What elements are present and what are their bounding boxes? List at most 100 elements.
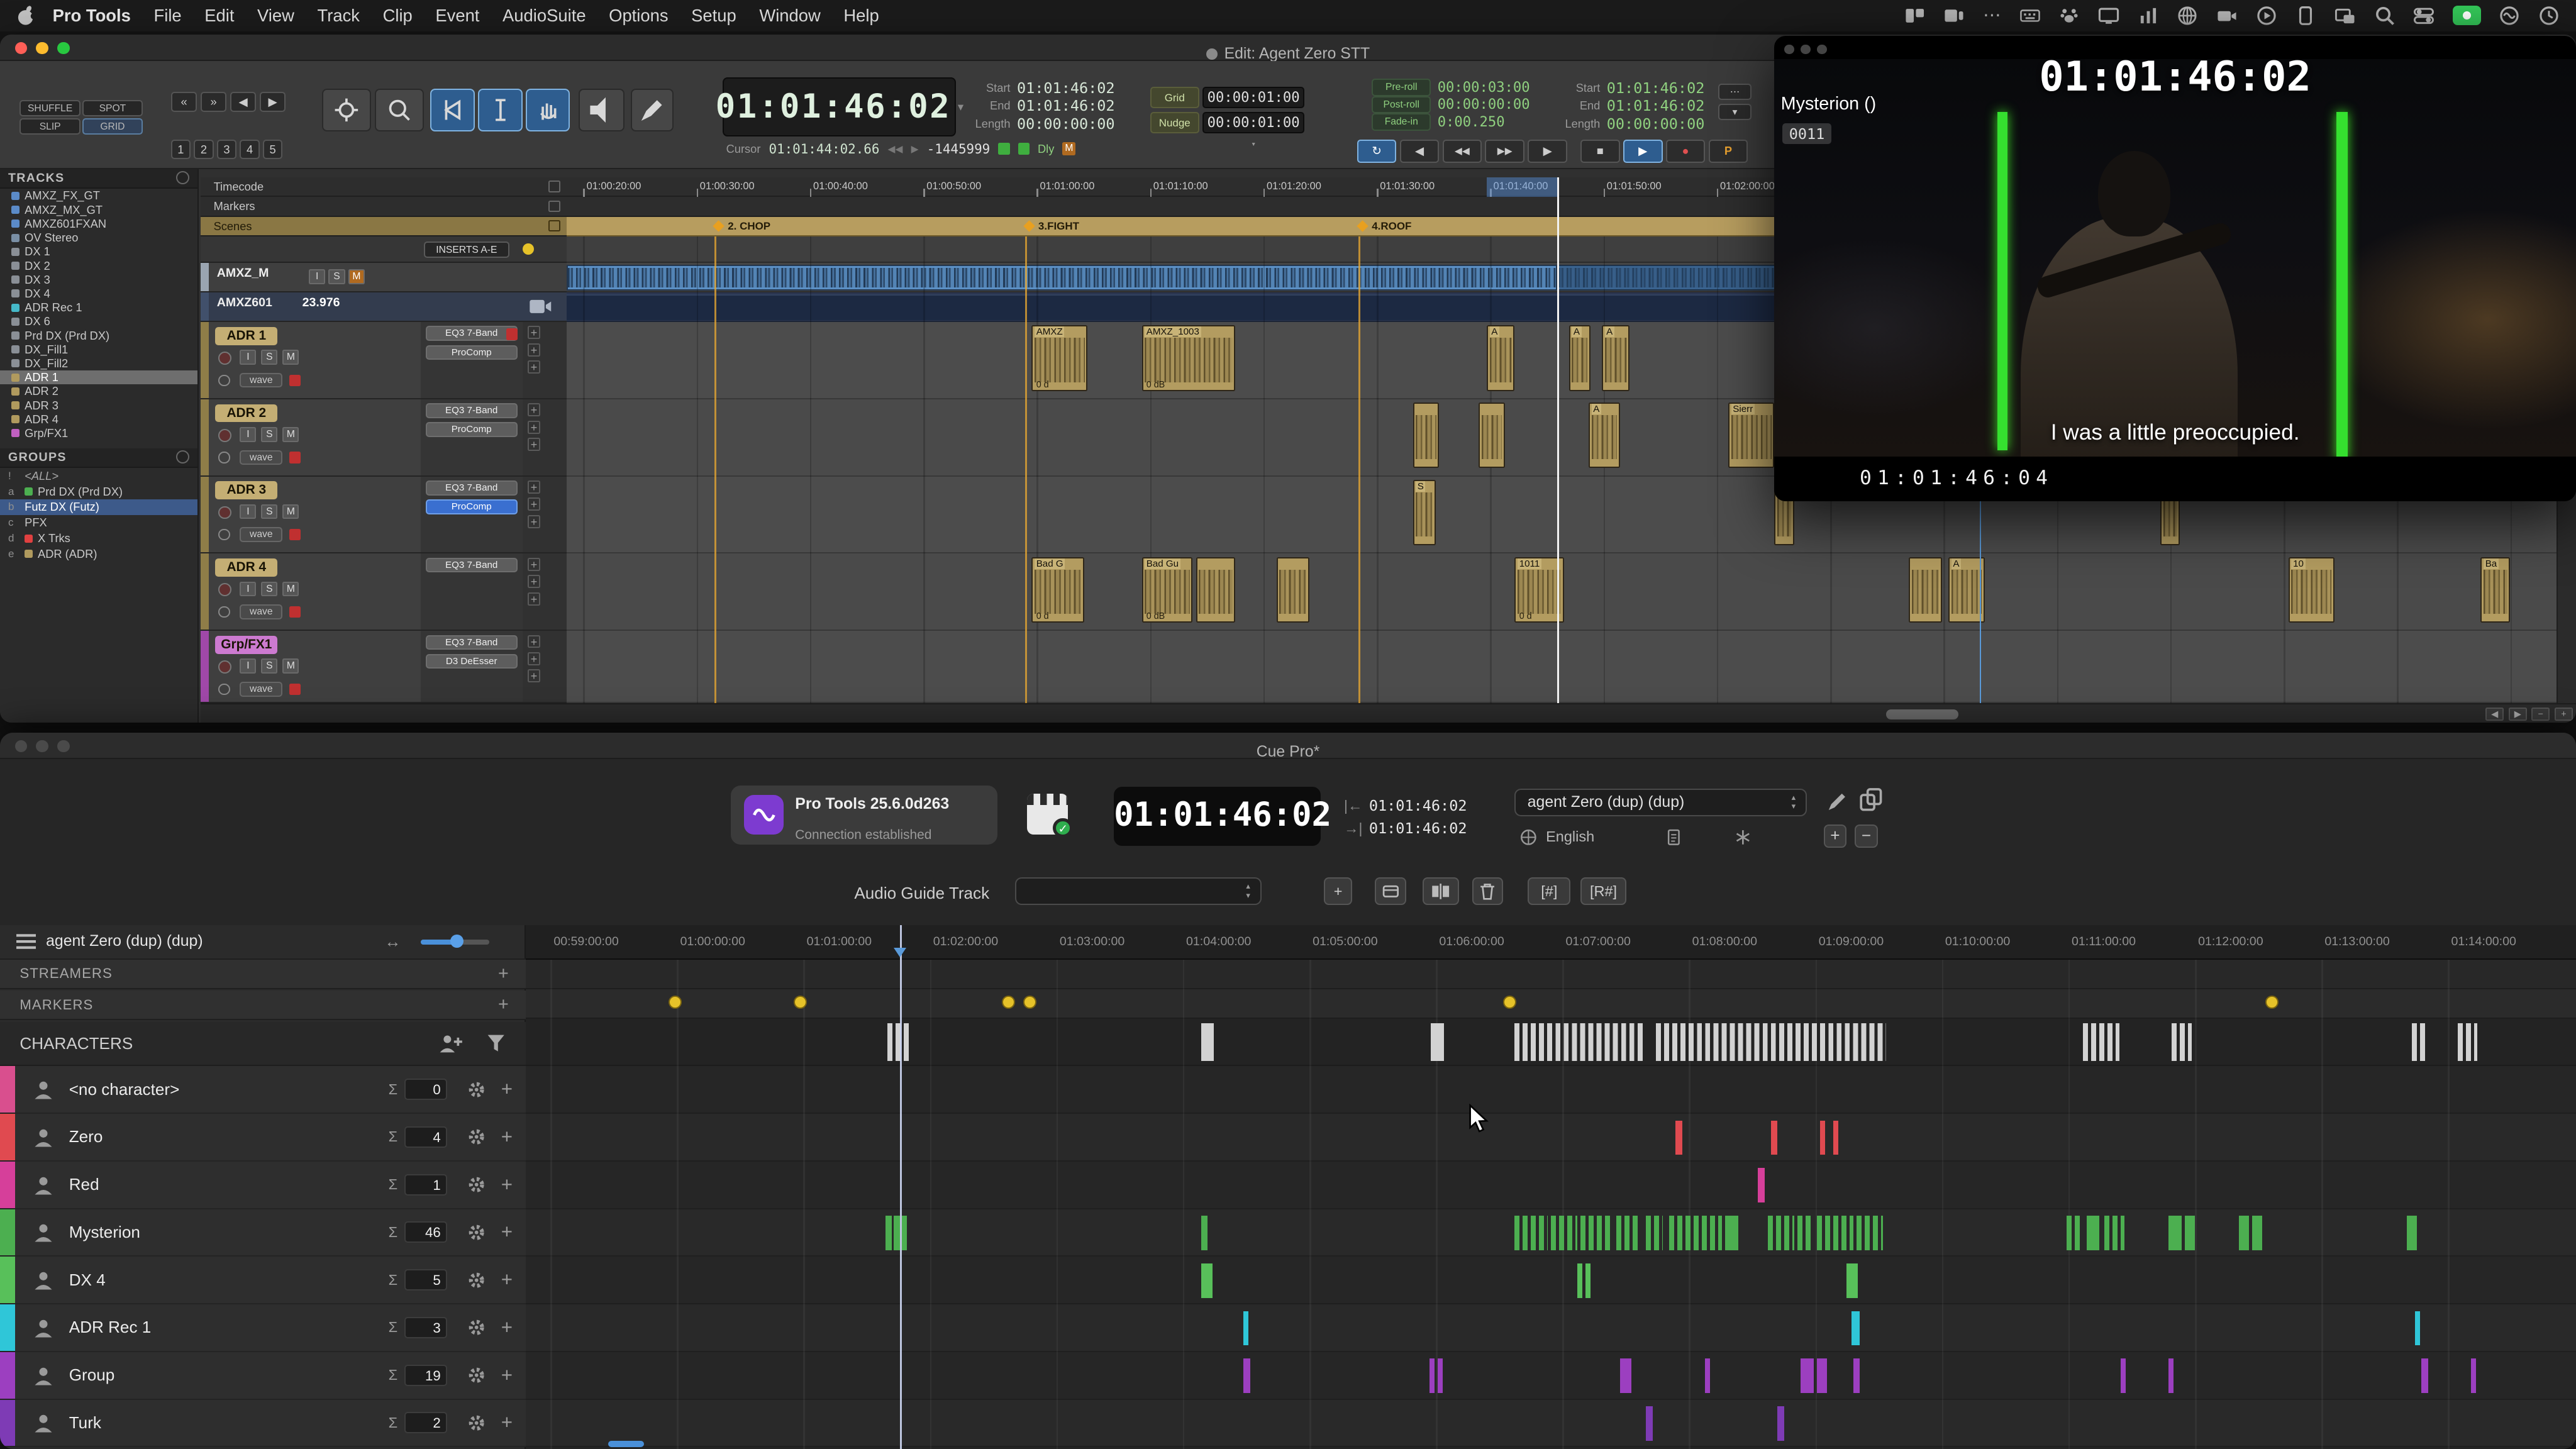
timeline-marker[interactable] [2265,996,2279,1009]
track-view-selector[interactable]: wave [240,527,282,542]
mute-button[interactable]: M [282,582,299,597]
add-character-button[interactable]: + [1824,824,1847,848]
end-value[interactable]: 01:01:46:02 [1017,97,1115,114]
track-list-item[interactable]: Grp/FX1 [0,426,197,440]
language-label[interactable]: English [1546,828,1594,845]
mute-indicator[interactable]: M [1062,142,1075,155]
fast-forward-button[interactable]: ▶▶ [1485,140,1524,163]
cue-event-tick[interactable] [1820,1121,1825,1155]
insert-plugin-chip[interactable]: EQ3 7-Band [426,480,518,496]
scroll-right-button[interactable]: ▶ [2509,708,2527,721]
track-header-grpfx1[interactable]: Grp/FX1ISMwave [201,631,421,703]
track-view-selector[interactable]: wave [240,450,282,465]
add-send-button[interactable]: + [528,635,541,648]
zoom-preset-5[interactable]: 5 [263,140,282,159]
close-button[interactable] [15,740,28,753]
overview-tick[interactable] [1431,1023,1444,1061]
cue-event-tick[interactable] [1514,1216,1547,1250]
cue-lane-turk[interactable] [526,1400,2576,1448]
automation-icon[interactable] [218,529,230,540]
group-list-item[interactable]: dX Trks [0,531,197,547]
track-header-amxz601[interactable]: AMXZ601 23.976 [201,292,567,322]
stop-button[interactable]: ■ [1580,140,1620,163]
add-send-button[interactable]: + [528,515,541,528]
cue-event-tick[interactable] [1797,1216,1814,1250]
menu-item-setup[interactable]: Setup [691,6,736,26]
overview-tick[interactable] [1201,1023,1214,1061]
tracks-menu-icon[interactable] [176,171,189,184]
ruler-label-scenes[interactable]: Scenes [201,217,567,236]
track-view-selector[interactable]: wave [240,604,282,619]
zoom-vertical-up-button[interactable]: ▶ [260,92,286,111]
main-counter-value[interactable]: 01:01:46:02 [716,88,952,126]
cue-event-tick[interactable] [1725,1216,1738,1250]
menu-item-edit[interactable]: Edit [204,6,234,26]
duplicate-icon[interactable] [1858,787,1884,813]
nudge-value[interactable]: 00:00:01:00 ▾ [1202,112,1304,133]
pencil-tool[interactable] [631,89,674,131]
cue-event-tick[interactable] [1817,1216,1853,1250]
nudge-label[interactable]: Nudge [1150,112,1199,133]
t-length-value[interactable]: 00:00:00:00 [1607,115,1705,133]
add-send-button[interactable]: + [528,403,541,416]
input-monitor-button[interactable]: I [240,504,256,519]
character-row[interactable]: ZeroΣ4+ [0,1114,526,1162]
audio-clip[interactable]: A [1589,402,1620,468]
menu-item-event[interactable]: Event [435,6,479,26]
track-header-amxz-m[interactable]: AMXZ_M I S M [201,263,567,292]
audio-clip[interactable] [1479,402,1505,468]
cue-timeline[interactable]: 00:59:00:0001:00:00:0001:01:00:0001:02:0… [526,925,2576,1449]
track-list-item[interactable]: DX 3 [0,273,197,287]
add-cue-button[interactable]: + [501,1078,513,1101]
pre-roll-toggle-button[interactable]: P [1709,140,1748,163]
menu-item-options[interactable]: Options [609,6,668,26]
automation-icon[interactable] [218,375,230,386]
solo-button[interactable]: S [261,504,277,519]
cue-event-tick[interactable] [1243,1311,1248,1346]
track-name[interactable]: Grp/FX1 [215,636,277,654]
group-list-item[interactable]: bFutz DX (Futz) [0,499,197,515]
cue-hscroll-thumb[interactable] [608,1441,644,1447]
audio-clip[interactable]: Ba [2480,557,2510,623]
cue-event-tick[interactable] [1758,1168,1764,1202]
mute-button[interactable]: M [282,658,299,674]
track-name[interactable]: AMXZ601 [217,296,272,310]
zoom-out-horizontal-button[interactable]: « [171,92,197,111]
horizontal-scroll-thumb[interactable] [1886,709,1958,719]
track-list-item[interactable]: DX 2 [0,258,197,272]
insert-plugin-chip[interactable]: ProComp [426,499,518,514]
character-row[interactable]: RedΣ1+ [0,1162,526,1209]
zoomer-tool[interactable] [375,89,424,131]
solo-button[interactable]: S [261,350,277,365]
track-name[interactable]: ADR 3 [215,481,277,499]
cue-event-tick[interactable] [1646,1406,1652,1441]
session-select[interactable]: agent Zero (dup) (dup)▴▾ [1514,789,1807,816]
solo-button[interactable]: S [328,269,345,284]
cue-event-tick[interactable] [1201,1263,1213,1298]
timeline-marker[interactable] [794,996,807,1009]
toolbar-menu-button[interactable]: ⋯ [1718,84,1751,100]
track-list-item[interactable]: AMXZ_FX_GT [0,189,197,203]
add-send-button[interactable]: + [528,421,541,434]
solo-button[interactable]: S [261,427,277,442]
tracks-panel-header[interactable]: TRACKS [0,169,197,189]
add-cue-button[interactable]: + [501,1411,513,1434]
lane-grpfx1[interactable] [567,631,2556,703]
gear-icon[interactable] [467,1175,486,1194]
asterisk-icon[interactable] [1734,828,1752,847]
character-row[interactable]: MysterionΣ46+ [0,1209,526,1257]
gear-icon[interactable] [467,1127,486,1146]
add-send-button[interactable]: + [528,343,541,357]
insert-plugin-chip[interactable]: EQ3 7-Band [426,635,518,650]
cue-event-tick[interactable] [1705,1358,1710,1393]
cue-event-tick[interactable] [1669,1216,1699,1250]
close-button[interactable] [15,42,28,55]
stage-manager-icon[interactable] [1943,5,1965,26]
cue-event-tick[interactable] [2239,1216,2249,1250]
insert-plugin-chip[interactable]: EQ3 7-Band [426,403,518,418]
screen-mirroring-icon[interactable] [2334,5,2356,26]
insert-plugin-chip[interactable]: ProComp [426,345,518,360]
add-send-button[interactable]: + [528,558,541,571]
character-row[interactable]: ADR Rec 1Σ3+ [0,1304,526,1352]
menu-app-name[interactable]: Pro Tools [53,6,131,26]
